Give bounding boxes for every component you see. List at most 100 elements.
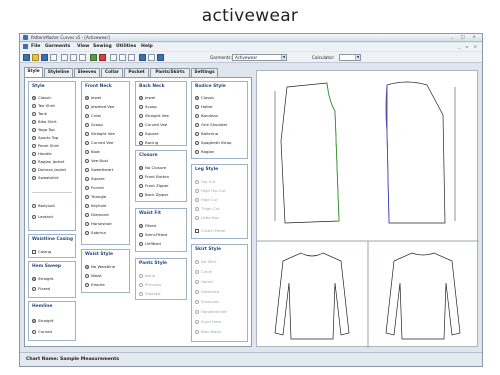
new-icon[interactable]	[23, 54, 30, 61]
option-square[interactable]: Square	[85, 176, 105, 181]
option-raglan-jacket[interactable]: Raglan Jacket	[32, 159, 64, 164]
save-icon[interactable]	[41, 54, 48, 61]
option-handkerchief[interactable]: Handkerchief	[195, 309, 227, 314]
option-gathered[interactable]: Gathered	[195, 289, 219, 294]
option-thigh-cut[interactable]: Thigh Cut	[195, 206, 220, 211]
tab-settings[interactable]: Settings	[191, 68, 218, 77]
option-straight-vee[interactable]: Straight Vee	[139, 113, 169, 118]
option-keyhole[interactable]: Keyhole	[85, 203, 106, 208]
option-boat[interactable]: Boat	[85, 149, 100, 154]
calculator-select[interactable]: ▼	[339, 54, 361, 61]
option-vee-bust[interactable]: Vee Bust	[85, 158, 108, 163]
menu-garments[interactable]: Garments	[45, 44, 70, 49]
option-racing[interactable]: Racing	[139, 140, 158, 145]
option-dolman-jacket[interactable]: Dolman Jacket	[32, 167, 66, 172]
maximize-button[interactable]: □	[461, 35, 468, 40]
option-ballerina[interactable]: Ballerina	[195, 131, 218, 136]
settings-icon[interactable]	[148, 54, 155, 61]
option-curved-vee[interactable]: Curved Vee	[85, 140, 113, 145]
option-funnel[interactable]: Funnel	[85, 185, 104, 190]
option-scoop[interactable]: Scoop	[85, 122, 103, 127]
option-semi-fitted[interactable]: Semi-Fitted	[139, 232, 167, 237]
option-sleeved[interactable]: Sleeved	[139, 291, 161, 296]
fit-icon[interactable]	[128, 54, 135, 61]
option-jewel[interactable]: Jewel	[85, 95, 101, 100]
option-scoop[interactable]: Scoop	[139, 104, 157, 109]
option-classic[interactable]: Classic	[32, 95, 51, 100]
help-icon[interactable]	[157, 54, 164, 61]
option-back-zipper[interactable]: Back Zipper	[139, 192, 168, 197]
option-no-skirt[interactable]: No Skirt	[195, 259, 216, 264]
option-leotard[interactable]: Leotard	[32, 214, 53, 219]
option-flared[interactable]: Flared	[32, 286, 50, 291]
tab-style[interactable]: Style	[24, 67, 43, 77]
grade-icon[interactable]	[99, 54, 106, 61]
open-icon[interactable]	[32, 54, 39, 61]
option-waist[interactable]: Waist	[85, 273, 102, 278]
option-unfitted[interactable]: Unfitted	[139, 241, 161, 246]
tab-sleeves[interactable]: Sleeves	[74, 68, 100, 77]
print-icon[interactable]	[50, 54, 57, 61]
option-jeweled-vee[interactable]: Jeweled Vee	[85, 104, 114, 109]
option-princess[interactable]: Princess	[139, 282, 161, 287]
option-triangle[interactable]: Triangle	[85, 194, 106, 199]
option-no-waistline[interactable]: No Waistline	[85, 264, 115, 269]
zoom-in-icon[interactable]	[110, 54, 117, 61]
option-bodysuit[interactable]: Bodysuit	[32, 203, 55, 208]
copy-icon[interactable]	[70, 54, 77, 61]
zoom-out-icon[interactable]	[119, 54, 126, 61]
option-crew[interactable]: Crew	[85, 113, 101, 118]
option-tee-shirt[interactable]: Tee Shirt	[32, 103, 55, 108]
minimize-button[interactable]: _	[451, 35, 456, 40]
option-spaghetti-strap[interactable]: Spaghetti Strap	[195, 140, 231, 145]
menu-help[interactable]: Help	[141, 44, 153, 49]
option-horseshoe[interactable]: Horseshoe	[85, 221, 112, 226]
option-scarf-hem[interactable]: Scarf Hem	[195, 319, 221, 324]
option-none[interactable]: None	[139, 273, 155, 278]
menu-file[interactable]: File	[31, 44, 40, 49]
mdi-controls[interactable]: _ ▫ ×	[458, 44, 479, 49]
option-diamond[interactable]: Diamond	[85, 212, 109, 217]
option-high-hip-cut[interactable]: High Hip Cut	[195, 188, 226, 193]
option-classic[interactable]: Classic	[195, 95, 214, 100]
close-button[interactable]: ×	[472, 35, 479, 40]
option-straight-vee[interactable]: Straight Vee	[85, 131, 115, 136]
option-square[interactable]: Square	[139, 131, 159, 136]
option-tank[interactable]: Tank	[32, 111, 47, 116]
option-yoga-top[interactable]: Yoga Top	[32, 127, 55, 132]
option-casing[interactable]: Casing	[32, 249, 51, 254]
option-bike-shirt[interactable]: Bike Shirt	[32, 119, 57, 124]
option-fitted[interactable]: Fitted	[139, 223, 156, 228]
option-front-button[interactable]: Front Button	[139, 174, 169, 179]
option-one-shoulder[interactable]: One Shoulder	[195, 122, 227, 127]
option-sabrina[interactable]: Sabrina	[85, 230, 106, 235]
menu-view[interactable]: View	[77, 44, 89, 49]
tab-pocket[interactable]: Pocket	[124, 68, 149, 77]
paste-icon[interactable]	[79, 54, 86, 61]
option-curved-vee[interactable]: Curved Vee	[139, 122, 167, 127]
option-bandeau[interactable]: Bandeau	[195, 113, 218, 118]
option-little-boy[interactable]: Little Boy	[195, 215, 219, 220]
option-flounced[interactable]: Flounced	[195, 299, 219, 304]
option-circle[interactable]: Circle	[195, 269, 212, 274]
option-no-closure[interactable]: No Closure	[139, 165, 166, 170]
option-hip-cut[interactable]: Hip Cut	[195, 179, 215, 184]
measure-icon[interactable]	[90, 54, 97, 61]
option-gored[interactable]: Gored	[195, 279, 213, 284]
option-sweetheart[interactable]: Sweetheart	[85, 167, 113, 172]
tab-collar[interactable]: Collar	[101, 68, 123, 77]
tab-styleline[interactable]: Styleline	[44, 68, 73, 77]
option-halter[interactable]: Halter	[195, 104, 213, 109]
option-bias-waist[interactable]: Bias Waist	[195, 329, 221, 334]
menu-utilities[interactable]: Utilities	[116, 44, 136, 49]
option-straight[interactable]: Straight	[32, 276, 54, 281]
option-jewel[interactable]: Jewel	[139, 95, 155, 100]
option-hoodie[interactable]: Hoodie	[32, 151, 52, 156]
option-straight[interactable]: Straight	[32, 318, 54, 323]
garments-select[interactable]: Activewear ▼	[232, 54, 287, 61]
option-crotch-panel[interactable]: Crotch Panel	[195, 228, 225, 233]
option-empire[interactable]: Empire	[85, 282, 105, 287]
menu-sewing[interactable]: Sewing	[93, 44, 112, 49]
option-sports-top[interactable]: Sports Top	[32, 135, 58, 140]
option-high-cut[interactable]: High Cut	[195, 197, 218, 202]
